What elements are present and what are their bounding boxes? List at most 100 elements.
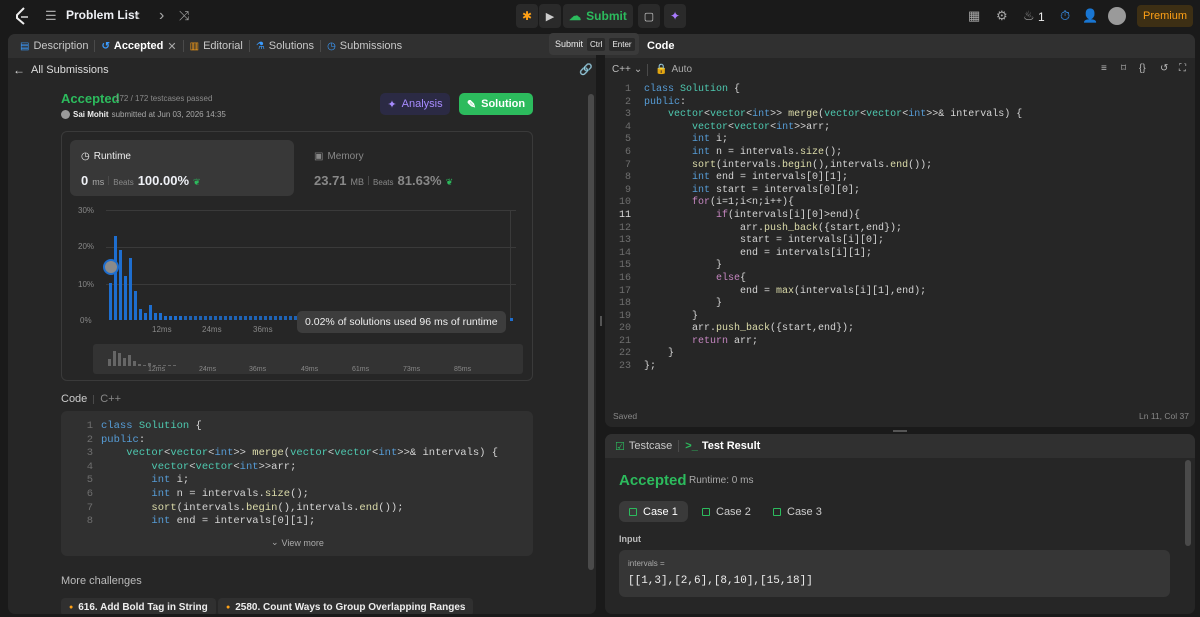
- debug-button[interactable]: ✱: [516, 4, 538, 28]
- line-number: 3: [624, 109, 631, 121]
- chart-bar[interactable]: [159, 312, 162, 320]
- chart-bar[interactable]: [234, 316, 237, 320]
- chart-bar[interactable]: [254, 316, 257, 320]
- chart-bar[interactable]: [214, 316, 217, 320]
- result-scrollbar[interactable]: [1185, 460, 1191, 546]
- horizontal-splitter[interactable]: [893, 430, 907, 432]
- divider: [368, 176, 370, 185]
- back-to-submissions[interactable]: ← All Submissions: [13, 63, 109, 77]
- chart-bar[interactable]: [134, 290, 137, 320]
- timer-icon[interactable]: ⏱: [1060, 7, 1070, 25]
- analysis-label: Analysis: [401, 98, 443, 110]
- runtime-distribution-chart[interactable]: 30% 20% 10% 0% 12ms 24ms 36ms 0.02% of s…: [62, 202, 534, 382]
- close-icon[interactable]: ✕: [167, 40, 176, 53]
- chart-bar[interactable]: [179, 316, 182, 320]
- memory-box[interactable]: ▣ Memory 23.71 MB Beats 81.63% ❦: [312, 140, 522, 196]
- chart-bar[interactable]: [139, 309, 142, 320]
- chart-bar[interactable]: [264, 316, 267, 320]
- chart-bar[interactable]: [169, 316, 172, 320]
- fullscreen-icon[interactable]: ⛶: [1179, 63, 1186, 74]
- chart-bar[interactable]: [184, 316, 187, 320]
- chart-bar[interactable]: [209, 316, 212, 320]
- chart-bar[interactable]: [229, 316, 232, 320]
- chart-bar[interactable]: [239, 316, 242, 320]
- tab-testcase[interactable]: ☑ Testcase: [609, 440, 678, 453]
- prev-problem-icon[interactable]: ‹: [135, 7, 140, 25]
- tab-editorial[interactable]: ▥ Editorial: [184, 40, 249, 52]
- streak-fire-icon[interactable]: ♨: [1023, 7, 1035, 25]
- next-problem-icon[interactable]: ›: [159, 7, 164, 25]
- runtime-box[interactable]: ◷ Runtime 0 ms Beats 100.00% ❦: [70, 140, 294, 196]
- chart-bar[interactable]: [119, 250, 122, 320]
- braces-icon[interactable]: {}: [1139, 63, 1146, 74]
- chart-bar[interactable]: [164, 316, 167, 320]
- chart-bar[interactable]: [109, 283, 112, 320]
- problem-list-icon[interactable]: ☰: [45, 7, 57, 25]
- line-number: 1: [624, 84, 631, 95]
- settings-icon[interactable]: ⚙: [996, 7, 1008, 25]
- overview-bar: [108, 359, 111, 366]
- solution-button[interactable]: ✎ Solution: [459, 93, 533, 115]
- chart-bar[interactable]: [124, 276, 127, 320]
- shuffle-icon[interactable]: ⤨: [179, 7, 189, 25]
- editor-code-area[interactable]: 1 class Solution {2 public: 3 vector<vector…: [605, 84, 1195, 374]
- chart-bar[interactable]: [204, 316, 207, 320]
- add-user-icon[interactable]: 👤: [1082, 7, 1098, 25]
- user-name[interactable]: Sai Mohit: [73, 110, 109, 119]
- language-select[interactable]: C++ ⌄: [612, 64, 642, 75]
- chart-bar[interactable]: [199, 316, 202, 320]
- format-icon[interactable]: ≡: [1101, 63, 1107, 74]
- challenge-chip[interactable]: ● 616. Add Bold Tag in String: [61, 598, 216, 614]
- chart-bar[interactable]: [219, 316, 222, 320]
- notes-button[interactable]: ▢: [638, 4, 660, 28]
- reset-icon[interactable]: ↺: [1160, 63, 1168, 74]
- chart-bar[interactable]: [174, 316, 177, 320]
- chart-bar[interactable]: [279, 316, 282, 320]
- layout-icon[interactable]: ▦: [968, 7, 980, 25]
- scrollbar-thumb[interactable]: [588, 94, 594, 570]
- code-line: 3 vector<vector<int>> merge(vector<vecto…: [61, 447, 533, 461]
- bookmark-icon[interactable]: ⌑: [1121, 63, 1126, 74]
- view-more-button[interactable]: ⌄ View more: [271, 537, 324, 548]
- challenge-chip[interactable]: ● 2580. Count Ways to Group Overlapping R…: [218, 598, 474, 614]
- chart-bar[interactable]: [284, 316, 287, 320]
- chart-bar[interactable]: [244, 316, 247, 320]
- chart-bar[interactable]: [144, 312, 147, 320]
- analysis-button[interactable]: ✦ Analysis: [380, 93, 450, 115]
- submit-button[interactable]: ☁ Submit: [563, 4, 633, 28]
- chart-bar[interactable]: [189, 316, 192, 320]
- editor-tab-title[interactable]: Code: [647, 40, 675, 52]
- tab-submissions[interactable]: ◷ Submissions: [321, 40, 408, 52]
- left-scrollbar[interactable]: [588, 94, 594, 614]
- case-tab-1[interactable]: Case 1: [619, 501, 688, 522]
- leetcode-logo[interactable]: [14, 7, 30, 25]
- tab-accepted[interactable]: ↺ Accepted ✕: [95, 40, 182, 53]
- range-overview[interactable]: 12ms 24ms 36ms 49ms 61ms 73ms 85ms: [93, 344, 523, 374]
- run-button[interactable]: ▶: [539, 4, 561, 28]
- problem-list-link[interactable]: Problem List: [66, 8, 139, 22]
- input-box: intervals = [[1,3],[2,6],[8,10],[15,18]]: [619, 550, 1170, 597]
- chart-bar[interactable]: [194, 316, 197, 320]
- avatar[interactable]: [1108, 7, 1126, 25]
- case-tab-2[interactable]: Case 2: [692, 501, 761, 522]
- tab-description[interactable]: ▤ Description: [14, 40, 94, 52]
- chart-bar[interactable]: [259, 316, 262, 320]
- chart-bar[interactable]: [249, 316, 252, 320]
- tab-solutions[interactable]: ⚗ Solutions: [250, 40, 320, 52]
- premium-button[interactable]: Premium: [1137, 5, 1193, 27]
- vertical-splitter[interactable]: [600, 316, 602, 326]
- chart-bar[interactable]: [289, 316, 292, 320]
- ai-button[interactable]: ✦: [664, 4, 686, 28]
- chart-bar[interactable]: [269, 316, 272, 320]
- autocomplete-mode[interactable]: 🔒 Auto: [655, 64, 692, 75]
- chart-bar[interactable]: [114, 235, 117, 320]
- code-line: 6 int n = intervals.size();: [61, 488, 533, 502]
- chart-bar[interactable]: [129, 257, 132, 320]
- share-link-icon[interactable]: 🔗: [579, 63, 593, 76]
- chart-bar[interactable]: [274, 316, 277, 320]
- chart-bar[interactable]: [149, 305, 152, 320]
- case-tab-3[interactable]: Case 3: [763, 501, 832, 522]
- chart-bar[interactable]: [224, 316, 227, 320]
- tab-test-result[interactable]: >_ Test Result: [679, 440, 766, 452]
- chart-bar[interactable]: [154, 312, 157, 320]
